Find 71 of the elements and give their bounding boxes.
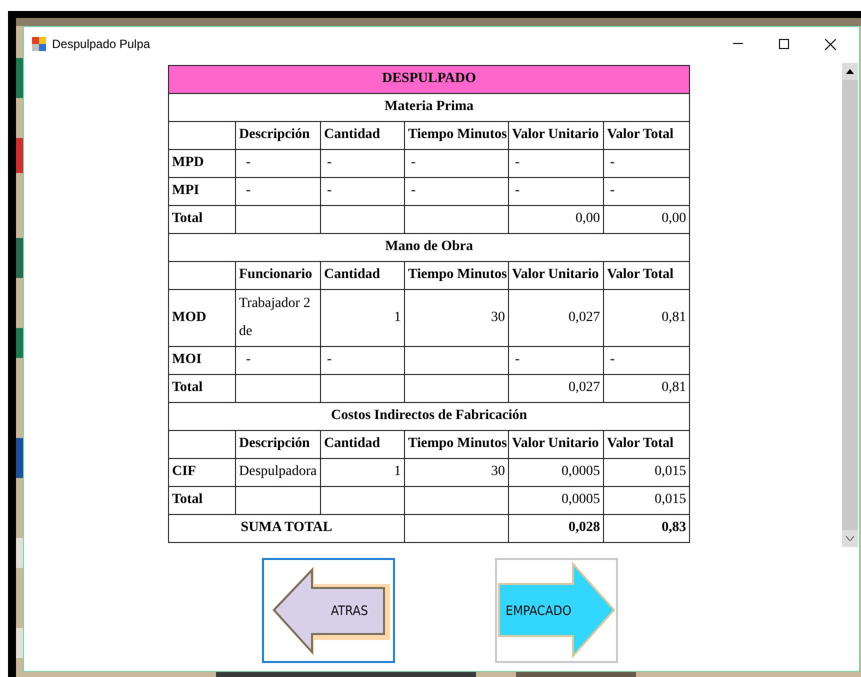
table-cell: 0,015 — [604, 458, 690, 486]
column-header: Descripción — [236, 430, 320, 458]
table-cell: 0,015 — [604, 486, 690, 514]
table-cell: 0,00 — [508, 206, 604, 234]
table-cell: - — [236, 150, 320, 178]
column-header: Tiempo Minutos — [404, 122, 508, 150]
table-cell: 30 — [404, 458, 508, 486]
table-cell: - — [404, 178, 508, 206]
section-heading: Costos Indirectos de Fabricación — [168, 402, 690, 430]
scrollbar[interactable] — [842, 63, 858, 547]
table-cell: - — [508, 178, 604, 206]
table-cell: 0,027 — [508, 290, 604, 346]
row-label: Total — [168, 486, 236, 514]
table-cell: Despulpadora — [236, 458, 320, 486]
table-cell: - — [604, 346, 690, 374]
grand-total-value: 0,83 — [604, 514, 690, 542]
table-cell: - — [604, 150, 690, 178]
row-label: CIF — [168, 458, 236, 486]
minimize-icon — [733, 43, 743, 45]
row-label: MOD — [168, 290, 236, 346]
table-cell: 1 — [320, 458, 404, 486]
column-header: Valor Unitario — [508, 430, 604, 458]
table-cell: - — [508, 150, 604, 178]
table-cell: 0,0005 — [508, 458, 604, 486]
column-header: Valor Total — [604, 262, 690, 290]
section-heading: Materia Prima — [168, 94, 690, 122]
column-header: Valor Total — [604, 122, 690, 150]
table-cell: - — [508, 346, 604, 374]
table-cell: - — [604, 178, 690, 206]
table-cell: 0,0005 — [508, 486, 604, 514]
row-label: Total — [168, 374, 236, 402]
column-header: Valor Total — [604, 430, 690, 458]
row-label: Total — [168, 206, 236, 234]
table-cell: - — [236, 346, 320, 374]
table-cell: Trabajador 2 de — [236, 290, 320, 346]
row-label: MPI — [168, 178, 236, 206]
grand-total-label: SUMA TOTAL — [168, 514, 404, 542]
scroll-up-icon[interactable] — [842, 63, 858, 80]
table-cell: 30 — [404, 290, 508, 346]
column-header: Valor Unitario — [508, 122, 604, 150]
next-button[interactable]: EMPACADO — [495, 558, 618, 663]
table-cell: 0,81 — [604, 374, 690, 402]
table-cell: - — [320, 178, 404, 206]
column-header: Funcionario — [236, 262, 320, 290]
table-title: DESPULPADO — [168, 66, 690, 94]
table-cell: 0,00 — [604, 206, 690, 234]
grand-total-value: 0,028 — [508, 514, 604, 542]
window-title: Despulpado Pulpa — [52, 36, 150, 53]
table-cell: 1 — [320, 290, 404, 346]
table-cell: - — [320, 150, 404, 178]
maximize-icon — [779, 39, 789, 49]
table-cell: 0,81 — [604, 290, 690, 346]
table-cell: - — [236, 178, 320, 206]
close-icon — [824, 38, 836, 50]
section-heading: Mano de Obra — [168, 234, 690, 262]
table-cell: - — [320, 346, 404, 374]
column-header: Cantidad — [320, 122, 404, 150]
table-cell: 0,027 — [508, 374, 604, 402]
table-cell: - — [404, 150, 508, 178]
column-header: Cantidad — [320, 262, 404, 290]
column-header: Valor Unitario — [508, 262, 604, 290]
row-label: MPD — [168, 150, 236, 178]
right-arrow-icon — [497, 560, 616, 661]
row-label: MOI — [168, 346, 236, 374]
column-header: Tiempo Minutos — [404, 262, 508, 290]
back-button[interactable]: ATRAS — [262, 558, 395, 663]
column-header: Tiempo Minutos — [404, 430, 508, 458]
column-header: Cantidad — [320, 430, 404, 458]
scroll-down-icon[interactable] — [842, 530, 858, 547]
column-header: Descripción — [236, 122, 320, 150]
app-icon — [32, 37, 46, 51]
